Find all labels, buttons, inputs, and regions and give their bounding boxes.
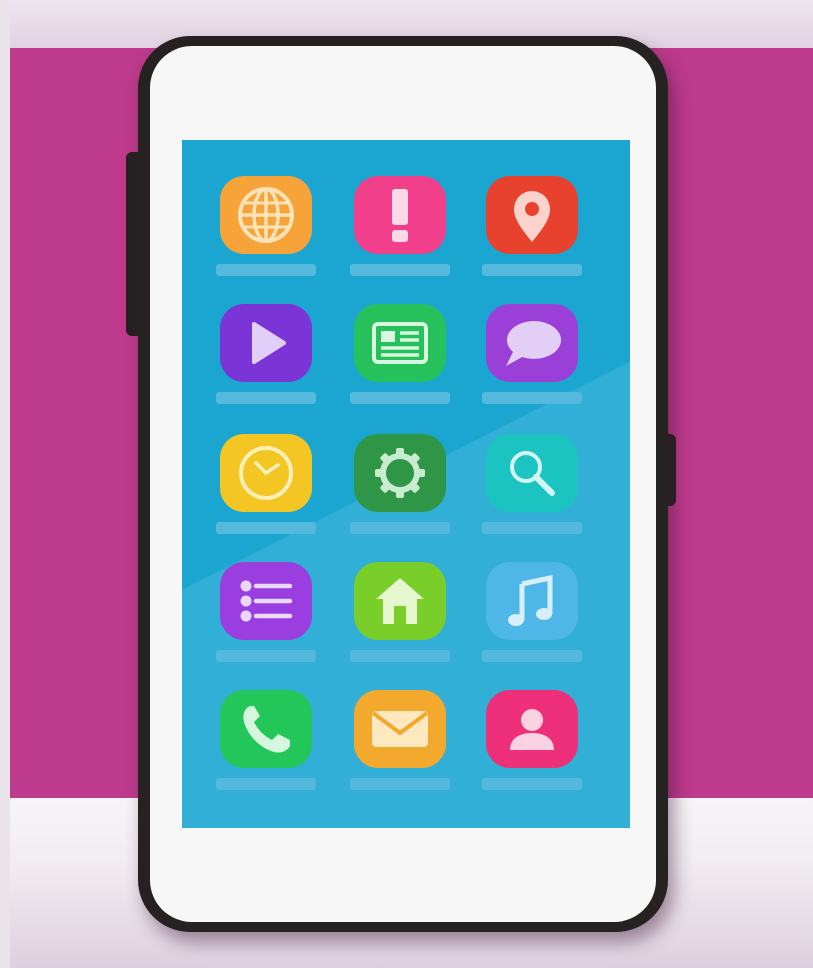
play-icon: [252, 322, 286, 364]
app-label-placeholder: [482, 650, 582, 662]
app-tile-messages[interactable]: [486, 304, 578, 382]
app-label-placeholder: [216, 392, 316, 404]
app-tile-alerts[interactable]: [354, 176, 446, 254]
wall-edge: [0, 0, 10, 968]
app-label-placeholder: [350, 264, 450, 276]
newspaper-icon: [372, 322, 428, 364]
app-maps[interactable]: [482, 176, 582, 280]
app-tile-notes[interactable]: [220, 562, 312, 640]
app-alerts[interactable]: [350, 176, 450, 280]
list-icon: [240, 580, 293, 622]
gear-icon: [375, 448, 425, 498]
app-tile-news[interactable]: [354, 304, 446, 382]
app-tile-search[interactable]: [486, 434, 578, 512]
app-tile-browser[interactable]: [220, 176, 312, 254]
app-tile-video[interactable]: [220, 304, 312, 382]
app-tile-music[interactable]: [486, 562, 578, 640]
app-label-placeholder: [482, 778, 582, 790]
app-label-placeholder: [482, 264, 582, 276]
phone-handset-icon: [243, 706, 290, 753]
app-tile-maps[interactable]: [486, 176, 578, 254]
app-tile-home[interactable]: [354, 562, 446, 640]
phone-screen: [182, 140, 630, 828]
app-phone[interactable]: [216, 690, 316, 794]
app-messages[interactable]: [482, 304, 582, 408]
app-tile-mail[interactable]: [354, 690, 446, 768]
app-label-placeholder: [350, 778, 450, 790]
app-settings[interactable]: [350, 434, 450, 538]
app-clock[interactable]: [216, 434, 316, 538]
map-pin-icon: [514, 191, 550, 242]
app-tile-phone[interactable]: [220, 690, 312, 768]
person-icon: [510, 709, 554, 750]
app-label-placeholder: [350, 392, 450, 404]
house-icon: [376, 578, 424, 624]
app-news[interactable]: [350, 304, 450, 408]
app-mail[interactable]: [350, 690, 450, 794]
clock-icon: [239, 446, 293, 500]
chat-bubble-icon: [506, 321, 561, 366]
app-tile-contacts[interactable]: [486, 690, 578, 768]
app-video[interactable]: [216, 304, 316, 408]
music-note-icon: [508, 574, 553, 626]
app-label-placeholder: [216, 778, 316, 790]
app-label-placeholder: [216, 522, 316, 534]
app-label-placeholder: [216, 264, 316, 276]
exclamation-icon: [392, 189, 408, 242]
app-label-placeholder: [216, 650, 316, 662]
app-notes[interactable]: [216, 562, 316, 666]
magnifier-icon: [510, 451, 555, 496]
envelope-icon: [371, 711, 429, 747]
app-search[interactable]: [482, 434, 582, 538]
app-label-placeholder: [482, 522, 582, 534]
app-label-placeholder: [350, 650, 450, 662]
app-tile-clock[interactable]: [220, 434, 312, 512]
app-home[interactable]: [350, 562, 450, 666]
app-label-placeholder: [350, 522, 450, 534]
app-browser[interactable]: [216, 176, 316, 280]
app-label-placeholder: [482, 392, 582, 404]
app-music[interactable]: [482, 562, 582, 666]
app-contacts[interactable]: [482, 690, 582, 794]
globe-icon: [238, 187, 294, 243]
app-tile-settings[interactable]: [354, 434, 446, 512]
